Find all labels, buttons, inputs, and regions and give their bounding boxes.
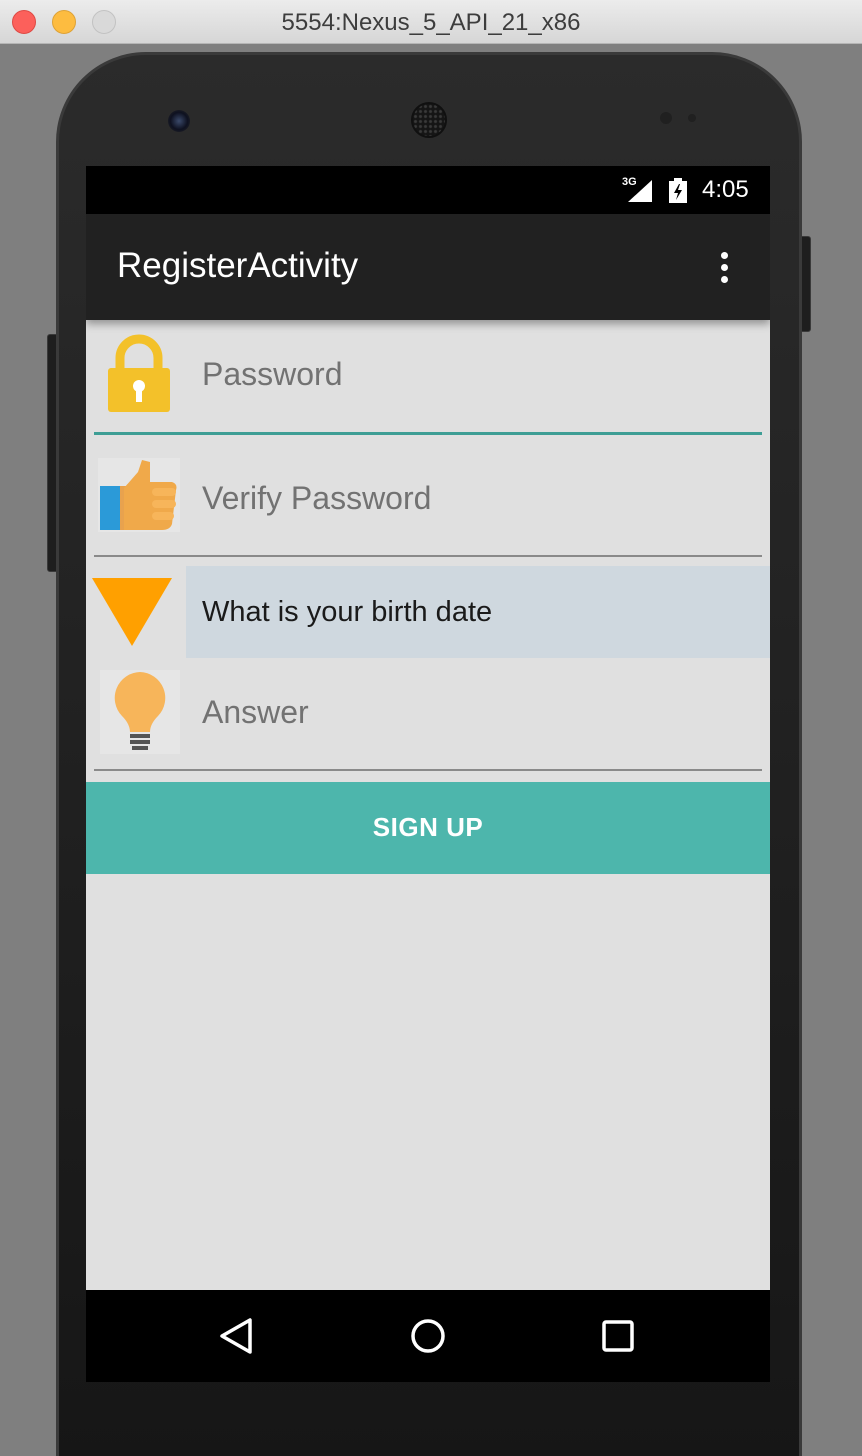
thumbs-up-icon <box>98 458 180 532</box>
window-titlebar: 5554:Nexus_5_API_21_x86 <box>0 0 862 44</box>
security-question-selected: What is your birth date <box>202 596 493 628</box>
status-time: 4:05 <box>702 176 749 203</box>
action-bar: RegisterActivity <box>86 214 770 320</box>
front-camera-icon <box>168 110 190 132</box>
lightbulb-icon <box>100 670 180 754</box>
password-underline <box>94 432 762 435</box>
window-title: 5554:Nexus_5_API_21_x86 <box>281 9 581 36</box>
status-bar: 3G 4:05 <box>86 166 770 214</box>
back-icon[interactable] <box>214 1314 258 1358</box>
recents-icon[interactable] <box>596 1314 640 1358</box>
battery-icon <box>669 178 687 203</box>
signup-button[interactable]: SIGN UP <box>86 782 770 874</box>
navigation-bar <box>86 1290 770 1382</box>
proximity-sensor-icon <box>660 112 672 124</box>
home-icon[interactable] <box>406 1314 450 1358</box>
signal-strength-icon <box>628 180 652 202</box>
verify-password-underline <box>94 555 762 557</box>
answer-field[interactable]: Answer <box>202 694 309 731</box>
signup-button-label: SIGN UP <box>372 812 484 842</box>
dropdown-triangle-icon[interactable] <box>92 578 172 648</box>
power-button <box>801 236 811 332</box>
password-field[interactable]: Password <box>202 356 343 393</box>
more-vert-icon[interactable] <box>714 252 734 286</box>
device-screen: 3G 4:05 RegisterActivity Password Verify… <box>86 166 770 1382</box>
verify-password-field[interactable]: Verify Password <box>202 480 431 517</box>
speaker-grille-icon <box>411 102 447 138</box>
answer-underline <box>94 769 762 771</box>
light-sensor-icon <box>688 114 696 122</box>
page-title: RegisterActivity <box>117 246 359 285</box>
lock-icon <box>108 334 170 412</box>
